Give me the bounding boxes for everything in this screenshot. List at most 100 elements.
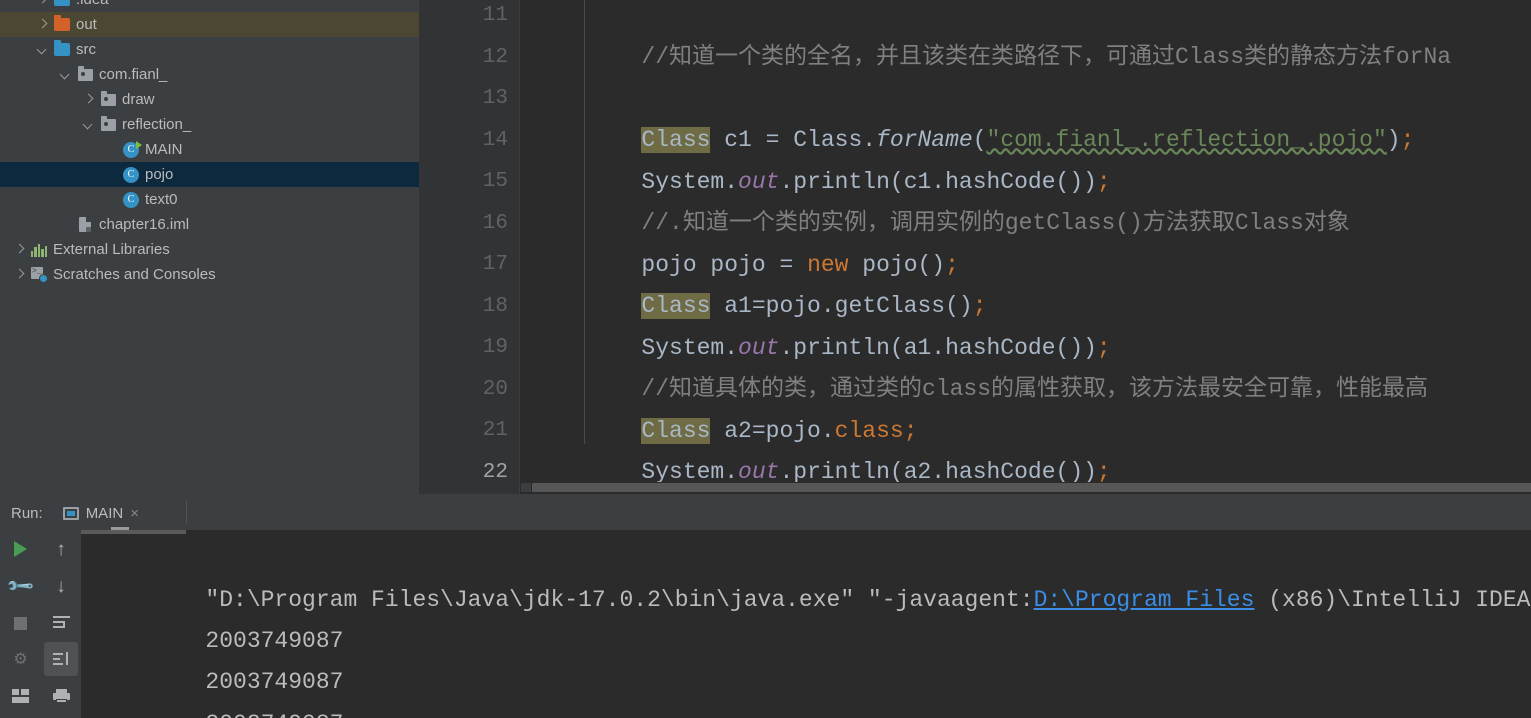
line-number-22[interactable]: 22 <box>428 452 508 494</box>
semicolon: ; <box>1400 126 1415 153</box>
run-header: Run: MAIN × <box>0 497 1531 530</box>
print-button[interactable] <box>41 678 81 714</box>
editor-horizontal-scrollbar-thumb[interactable] <box>532 483 1531 492</box>
tree-item-chapter16-iml[interactable]: chapter16.iml <box>0 212 419 237</box>
code-line-17[interactable]: Class a1=pojo.getClass(); <box>531 244 987 319</box>
chevron-right-icon[interactable] <box>12 267 28 283</box>
code-text: .println(a2.hashCode()) <box>779 458 1097 485</box>
library-icon-glyph <box>31 243 48 257</box>
folder-icon-glyph <box>54 40 70 56</box>
debug-rerun-icon: ⚙ <box>13 651 28 668</box>
class-icon-glyph: C <box>123 191 139 208</box>
tree-item-label: out <box>76 16 97 33</box>
scratches-icon-glyph <box>31 267 48 283</box>
tree-item-draw[interactable]: draw <box>0 87 419 112</box>
line-number-19[interactable]: 19 <box>428 327 508 369</box>
console-command-line[interactable]: "D:\Program Files\Java\jdk-17.0.2\bin\ja… <box>95 538 1530 613</box>
command-path-link[interactable]: D:\Program Files <box>1034 587 1255 613</box>
wrench-icon: 🔧 <box>5 571 36 601</box>
tree-item-src[interactable]: src <box>0 37 419 62</box>
tree-item-com-fianl[interactable]: com.fianl_ <box>0 62 419 87</box>
console-scrollbar-thumb[interactable] <box>81 530 186 534</box>
class-icon: C <box>122 166 140 183</box>
layout-icon <box>12 689 29 703</box>
chevron-down-icon[interactable] <box>35 42 51 58</box>
run-toolbar-right[interactable]: ↑ ↓ <box>41 530 81 718</box>
line-number-11[interactable]: 11 <box>428 0 508 37</box>
tree-item-label: src <box>76 41 96 58</box>
semicolon: ; <box>1096 458 1111 485</box>
tree-item-text0[interactable]: Ctext0 <box>0 187 419 212</box>
clear-all-button[interactable] <box>41 714 81 718</box>
run-tab-main[interactable]: MAIN × <box>57 497 147 530</box>
code-line-14[interactable]: System.out.println(c1.hashCode()); <box>531 120 1110 195</box>
tree-item-main[interactable]: C MAIN <box>0 137 419 162</box>
tree-item-idea[interactable]: .idea <box>0 0 419 12</box>
scroll-down-button[interactable]: ↓ <box>41 568 81 604</box>
folder-icon <box>53 40 71 58</box>
console-top-strip <box>81 530 1531 534</box>
tree-item-external-libraries[interactable]: External Libraries <box>0 237 419 262</box>
chevron-down-icon[interactable] <box>81 117 97 133</box>
run-icon <box>14 541 27 557</box>
command-suffix: (x86)\IntelliJ IDEA <box>1254 586 1531 613</box>
line-number-18[interactable]: 18 <box>428 286 508 328</box>
scroll-to-end-button[interactable] <box>41 640 81 678</box>
line-number-13[interactable]: 13 <box>428 78 508 120</box>
chevron-right-icon[interactable] <box>81 92 97 108</box>
soft-wrap-button[interactable] <box>41 604 81 640</box>
tree-item-scratches-and-consoles[interactable]: Scratches and Consoles <box>0 262 419 287</box>
rerun-failed-button[interactable]: ⚙ <box>0 642 41 678</box>
code-editor[interactable]: 11 12 13 14 15 16 17 18 19 20 21 22 //知道一个类的全名，并且该类… <box>419 0 1531 497</box>
line-number-12[interactable]: 12 <box>428 37 508 79</box>
code-line-16[interactable]: pojo pojo = new pojo(); <box>531 203 959 278</box>
code-line-13[interactable]: Class c1 = Class.forName("com.fianl_.ref… <box>531 78 1414 153</box>
chevron-right-icon[interactable] <box>35 0 51 8</box>
rerun-button[interactable] <box>0 530 41 568</box>
package-icon-glyph <box>77 65 93 81</box>
tree-item-label: draw <box>122 91 155 108</box>
settings-button[interactable]: 🔧 <box>0 568 41 604</box>
close-icon[interactable]: × <box>130 506 139 521</box>
stop-button[interactable] <box>0 604 41 642</box>
arrow-down-icon: ↓ <box>56 575 66 597</box>
layout-button[interactable] <box>0 678 41 714</box>
console-output-line: 2003749087 <box>95 620 343 695</box>
scroll-up-button[interactable]: ↑ <box>41 530 81 568</box>
tree-item-out[interactable]: out <box>0 12 419 37</box>
line-number-17[interactable]: 17 <box>428 244 508 286</box>
console-output[interactable]: "D:\Program Files\Java\jdk-17.0.2\bin\ja… <box>81 530 1531 718</box>
chevron-right-icon[interactable] <box>12 242 28 258</box>
code-line-11[interactable]: //知道一个类的全名，并且该类在类路径下，可通过Class类的静态方法forNa <box>531 0 1451 70</box>
code-line-15[interactable]: //.知道一个类的实例，调用实例的getClass()方法获取Class对象 <box>531 161 1349 236</box>
tree-item-label: pojo <box>145 166 174 183</box>
code-line-21[interactable]: System.out.println(a2.hashCode()); <box>531 410 1110 485</box>
editor-gutter[interactable]: 11 12 13 14 15 16 17 18 19 20 21 22 <box>419 0 520 497</box>
runnable-class-icon-glyph: C <box>123 140 142 158</box>
package-icon <box>76 65 94 83</box>
tree-item-reflection[interactable]: reflection_ <box>0 112 419 137</box>
package-icon-glyph <box>100 90 116 106</box>
chevron-down-icon[interactable] <box>58 67 74 83</box>
tree-item-pojo[interactable]: Cpojo <box>0 162 419 187</box>
library-icon <box>30 242 48 258</box>
code-text: System. <box>641 458 739 485</box>
tree-item-label: text0 <box>145 191 178 208</box>
code-text-area[interactable]: //知道一个类的全名，并且该类在类路径下，可通过Class类的静态方法forNa… <box>520 0 1531 497</box>
line-number-20[interactable]: 20 <box>428 369 508 411</box>
line-number-15[interactable]: 15 <box>428 161 508 203</box>
chevron-right-icon[interactable] <box>35 17 51 33</box>
ide-window: .ideaoutsrccom.fianl_drawreflection_CMAI… <box>0 0 1531 718</box>
code-line-18[interactable]: System.out.println(a1.hashCode()); <box>531 286 1110 361</box>
project-tool-window: .idea out src com.fianl_draw reflection_CMAI… <box>0 0 419 497</box>
line-number-21[interactable]: 21 <box>428 410 508 452</box>
print-icon <box>52 689 70 703</box>
console-output-line: 2003749087 <box>95 662 343 718</box>
line-number-14[interactable]: 14 <box>428 120 508 162</box>
line-number-16[interactable]: 16 <box>428 203 508 245</box>
code-line-19[interactable]: //知道具体的类，通过类的class的属性获取，该方法最安全可靠，性能最高 <box>531 327 1428 402</box>
tree-item-label: External Libraries <box>53 241 170 258</box>
run-toolbar-left[interactable]: 🔧 ⚙ <box>0 530 41 718</box>
code-line-20[interactable]: Class a2=pojo.class; <box>531 369 918 444</box>
